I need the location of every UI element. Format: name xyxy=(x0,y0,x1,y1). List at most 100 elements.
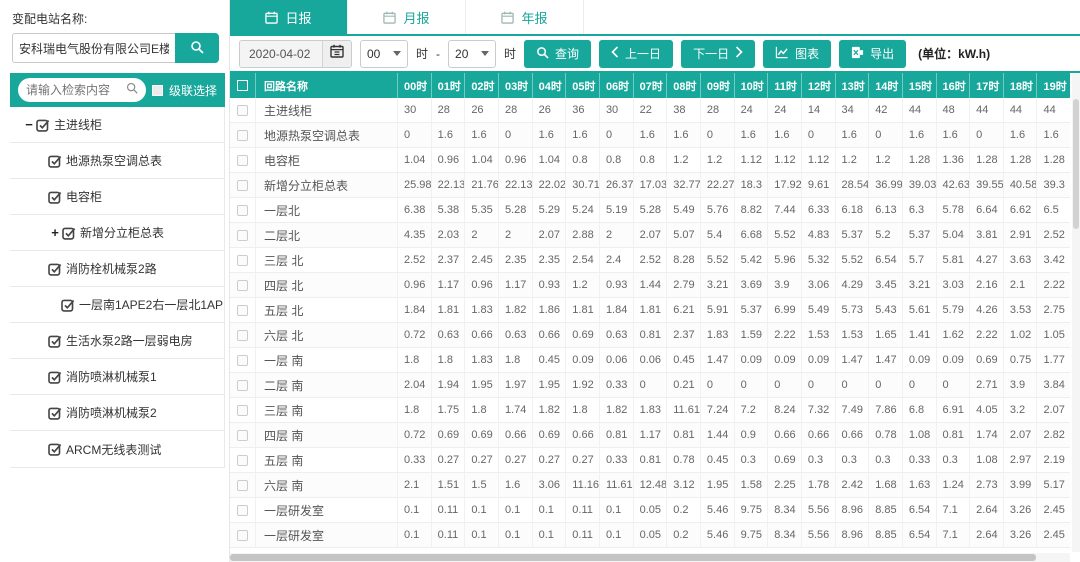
tab-monthly[interactable]: 月报 xyxy=(348,0,466,34)
cell-value: 1.53 xyxy=(802,323,836,347)
next-day-button[interactable]: 下一日 xyxy=(681,40,755,68)
cell-checkbox xyxy=(230,523,256,547)
cell-value: 6.54 xyxy=(903,498,937,522)
cell-value: 0.8 xyxy=(600,148,634,172)
row-checkbox[interactable] xyxy=(237,180,248,191)
cell-value: 1.53 xyxy=(836,323,870,347)
horizontal-scrollbar[interactable] xyxy=(230,553,1070,562)
cell-value: 1.8 xyxy=(465,398,499,422)
row-checkbox[interactable] xyxy=(237,230,248,241)
checked-box-icon[interactable] xyxy=(48,190,62,204)
cell-value: 1.36 xyxy=(937,148,971,172)
cell-value: 1.8 xyxy=(566,398,600,422)
chart-button[interactable]: 图表 xyxy=(763,40,831,68)
station-search-button[interactable] xyxy=(175,33,219,63)
cell-circuit-name: 五层 南 xyxy=(256,448,398,472)
row-checkbox[interactable] xyxy=(237,305,248,316)
tree-item-8[interactable]: 消防喷淋机械泵2 xyxy=(10,395,224,431)
plus-expand-icon[interactable]: + xyxy=(48,225,62,240)
cell-value: 3.81 xyxy=(970,223,1004,247)
vertical-scrollbar[interactable] xyxy=(1072,73,1080,552)
row-checkbox[interactable] xyxy=(237,355,248,366)
checked-box-icon[interactable] xyxy=(48,442,62,456)
row-checkbox[interactable] xyxy=(237,255,248,266)
checked-box-icon[interactable] xyxy=(48,334,62,348)
checked-box-icon[interactable] xyxy=(36,118,50,132)
row-checkbox[interactable] xyxy=(237,530,248,541)
tab-label: 日报 xyxy=(285,8,311,27)
tree-item-2[interactable]: 电容柜 xyxy=(10,179,224,215)
caret-down-icon xyxy=(481,51,489,56)
vertical-scrollbar-thumb[interactable] xyxy=(1073,99,1079,229)
tree-item-6[interactable]: 生活水泵2路一层弱电房 xyxy=(10,323,224,359)
cell-value: 6.68 xyxy=(735,223,769,247)
row-checkbox[interactable] xyxy=(237,505,248,516)
row-checkbox[interactable] xyxy=(237,430,248,441)
checked-box-icon[interactable] xyxy=(48,406,62,420)
tree-item-1[interactable]: 地源热泵空调总表 xyxy=(10,143,224,179)
header-cell-hour-09: 09时 xyxy=(701,73,735,98)
checked-box-icon[interactable] xyxy=(48,262,62,276)
table-row: 一层研发室0.10.110.10.10.10.110.10.050.25.469… xyxy=(230,498,1070,523)
tree-item-7[interactable]: 消防喷淋机械泵1 xyxy=(10,359,224,395)
select-all-checkbox[interactable] xyxy=(237,80,248,91)
hour-end-select[interactable]: 20 xyxy=(448,40,496,68)
hour-end-value: 20 xyxy=(455,47,468,61)
tree-item-9[interactable]: ARCM无线表测试 xyxy=(10,431,224,467)
header-cell-hour-18: 18时 xyxy=(1004,73,1038,98)
header-cell-hour-04: 04时 xyxy=(533,73,567,98)
cell-value: 5.43 xyxy=(869,298,903,322)
tree-item-label: 消防栓机械泵2路 xyxy=(66,260,157,277)
cell-value: 1.12 xyxy=(768,148,802,172)
cell-value: 0.66 xyxy=(499,423,533,447)
station-name-input[interactable] xyxy=(12,33,175,63)
row-checkbox[interactable] xyxy=(237,455,248,466)
cell-value: 5.81 xyxy=(937,248,971,272)
export-button[interactable]: 导出 xyxy=(839,40,906,68)
cell-value: 5.46 xyxy=(701,523,735,547)
row-checkbox[interactable] xyxy=(237,105,248,116)
checked-box-icon[interactable] xyxy=(48,370,62,384)
row-checkbox[interactable] xyxy=(237,330,248,341)
tree-item-3[interactable]: +新增分立柜总表 xyxy=(10,215,224,251)
row-checkbox[interactable] xyxy=(237,280,248,291)
tab-daily[interactable]: 日报 xyxy=(230,0,348,34)
date-picker[interactable]: 2020-04-02 xyxy=(239,40,352,68)
tree-search-input[interactable] xyxy=(26,83,126,97)
cell-value: 0.93 xyxy=(533,273,567,297)
minus-expand-icon[interactable]: − xyxy=(22,117,36,132)
cell-circuit-name: 二层 南 xyxy=(256,373,398,397)
cell-checkbox xyxy=(230,373,256,397)
search-icon xyxy=(126,81,138,99)
row-checkbox[interactable] xyxy=(237,205,248,216)
cell-value: 0.45 xyxy=(667,348,701,372)
cell-value: 5.4 xyxy=(701,223,735,247)
cell-checkbox xyxy=(230,323,256,347)
cascade-select-checkbox[interactable] xyxy=(152,85,163,96)
horizontal-scrollbar-thumb[interactable] xyxy=(230,554,1036,561)
cell-value: 2.22 xyxy=(768,323,802,347)
checked-box-icon[interactable] xyxy=(62,226,76,240)
cell-value: 22.02 xyxy=(533,173,567,197)
tree-item-4[interactable]: 消防栓机械泵2路 xyxy=(10,251,224,287)
tree-item-0[interactable]: −主进线柜 xyxy=(10,107,224,143)
tab-yearly[interactable]: 年报 xyxy=(466,0,584,34)
date-calendar-button[interactable] xyxy=(322,41,351,67)
row-checkbox[interactable] xyxy=(237,155,248,166)
row-checkbox[interactable] xyxy=(237,480,248,491)
checked-box-icon[interactable] xyxy=(61,298,75,312)
row-checkbox[interactable] xyxy=(237,380,248,391)
query-button[interactable]: 查询 xyxy=(524,40,591,68)
tree-search-field[interactable] xyxy=(18,78,146,102)
row-checkbox[interactable] xyxy=(237,405,248,416)
checked-box-icon[interactable] xyxy=(48,154,62,168)
row-checkbox[interactable] xyxy=(237,130,248,141)
hour-start-select[interactable]: 00 xyxy=(360,40,408,68)
cell-value: 22.27 xyxy=(701,173,735,197)
table-row: 地源热泵空调总表01.61.601.61.601.61.601.61.601.6… xyxy=(230,123,1070,148)
previous-day-button[interactable]: 上一日 xyxy=(599,40,673,68)
date-value[interactable]: 2020-04-02 xyxy=(240,41,322,67)
tree-item-5[interactable]: 一层南1APE2右一层北1APE1左 xyxy=(10,287,224,323)
cell-value: 2.07 xyxy=(533,223,567,247)
line-chart-icon xyxy=(775,46,789,62)
